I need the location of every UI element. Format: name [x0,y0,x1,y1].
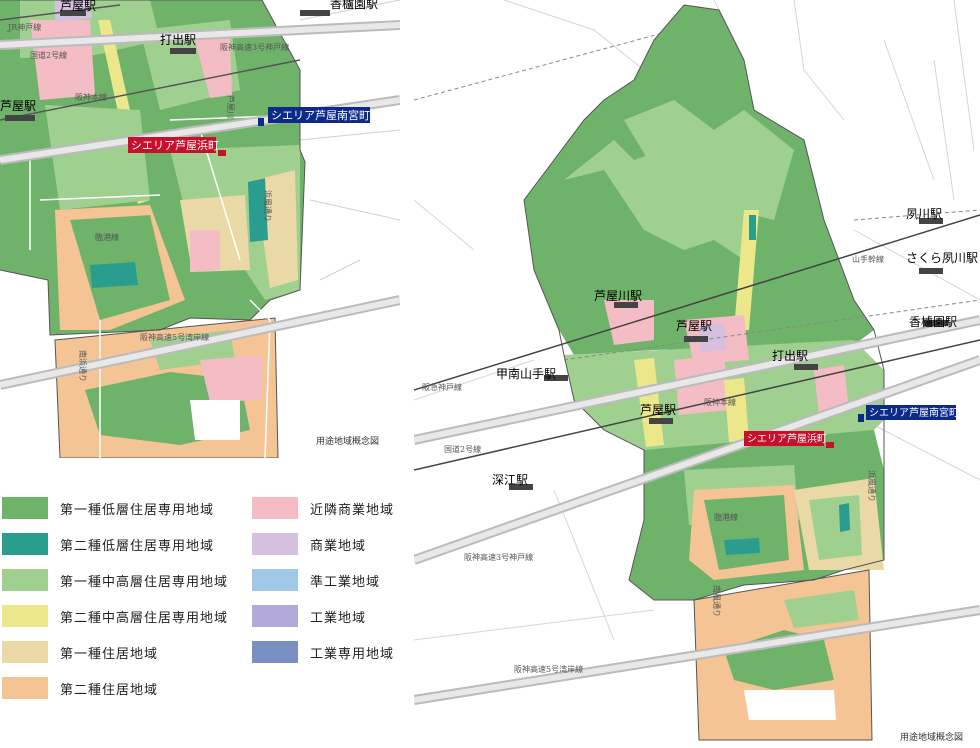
legend-label: 第二種低層住居専用地域 [60,538,215,554]
station-label: 深江駅 [492,473,528,487]
legend-swatch [252,569,298,591]
legend-swatch [2,605,48,627]
legend-label: 第一種中高層住居専用地域 [60,574,229,590]
legend-label: 第一種低層住居専用地域 [60,502,215,518]
map-caption: 用途地域概念図 [316,435,379,447]
road-label: 臨港線 [95,232,119,242]
station-marker [300,10,330,16]
station-label: 夙川駅 [906,207,942,221]
road-label: 臨港線 [714,512,738,522]
road-label: 南浜通り [78,350,88,382]
station-label: 甲南山手駅 [496,366,556,381]
station-marker [170,48,196,54]
property-label-minamimiyamachi: シエリア芦屋南宮町 [271,108,370,122]
line-label: 阪神高速3号神戸線 [464,552,533,562]
legend-label: 第一種住居地域 [60,646,159,662]
line-label: 阪神高速5号湾岸線 [514,664,583,674]
legend-swatch [2,641,48,663]
legend-label: 工業専用地域 [310,646,395,662]
legend-item: 準工業地域 [252,566,380,594]
legend-swatch [2,677,48,699]
marker-pin [258,118,264,126]
marker-pin [218,150,226,156]
line-label: 阪神高速3号神戸線 [220,42,289,52]
legend-swatch [2,569,48,591]
property-label-minamimiyamachi: シエリア芦屋南宮町 [869,406,959,419]
road-label: 芦屋川 [226,95,236,119]
station-label: 打出駅 [772,349,808,363]
legend-swatch [2,533,48,555]
line-label: 阪神本線 [75,92,107,102]
station-marker [5,115,35,121]
legend-item: 第二種中高層住居専用地域 [2,602,228,630]
line-label: 阪神高速5号湾岸線 [140,332,209,342]
road-label: 浜風通り [263,190,273,222]
station-label: 芦屋駅 [676,319,712,333]
legend-item: 第一種低層住居専用地域 [2,494,214,522]
station-label: 芦屋駅 [0,99,36,113]
line-label: 国道2号線 [444,444,481,454]
line-label: JR神戸線 [7,22,41,32]
map-caption: 用途地域概念図 [900,731,963,743]
legend-item: 第二種住居地域 [2,674,158,702]
legend-label: 工業地域 [310,610,367,626]
legend-item: 商業地域 [252,530,366,558]
legend-item: 工業専用地域 [252,638,394,666]
station-label: 打出駅 [160,33,196,47]
legend-label: 近隣商業地域 [310,502,395,518]
road-label: 浜風通り [867,470,877,502]
station-label: 芦屋川駅 [594,289,642,303]
legend-swatch [252,497,298,519]
line-label: 山手幹線 [852,254,884,264]
line-label: 国道2号線 [30,50,67,60]
legend-item: 第二種低層住居専用地域 [2,530,214,558]
legend-swatch [252,605,298,627]
station-marker [794,364,818,370]
station-label: 芦屋駅 [60,0,96,13]
property-label-hamacho: シエリア芦屋浜町 [747,433,827,445]
legend-label: 第二種住居地域 [60,682,159,698]
station-marker [684,336,708,342]
station-label: 芦屋駅 [640,403,676,417]
legend-label: 準工業地域 [310,574,381,590]
legend-item: 近隣商業地域 [252,494,394,522]
station-label: 香櫨園駅 [909,314,957,329]
zoomed-zoning-map: 芦屋駅 打出駅 芦屋駅 香櫨園駅 JR神戸線 国道2号線 阪神本線 阪神高速3号… [0,0,400,458]
legend-swatch [252,641,298,663]
line-label: 阪急神戸線 [422,382,462,392]
line-label: 阪神本線 [704,397,736,407]
overview-zoning-map: 夙川駅 さくら夙川駅 香櫨園駅 芦屋川駅 芦屋駅 打出駅 甲南山手駅 芦屋駅 深… [414,0,980,748]
legend-swatch [2,497,48,519]
legend-label: 商業地域 [310,538,367,554]
marker-pin [826,442,834,448]
legend-label: 第二種中高層住居専用地域 [60,610,229,626]
legend-swatch [252,533,298,555]
property-label-hamacho: シエリア芦屋浜町 [131,139,219,152]
station-marker [649,418,673,424]
road-label: 南風通り [712,585,722,617]
station-label: さくら夙川駅 [906,251,978,265]
station-marker [919,268,943,274]
legend-item: 第一種住居地域 [2,638,158,666]
marker-pin [858,414,864,422]
legend-item: 第一種中高層住居専用地域 [2,566,228,594]
station-label: 香櫨園駅 [330,0,378,11]
legend-item: 工業地域 [252,602,366,630]
